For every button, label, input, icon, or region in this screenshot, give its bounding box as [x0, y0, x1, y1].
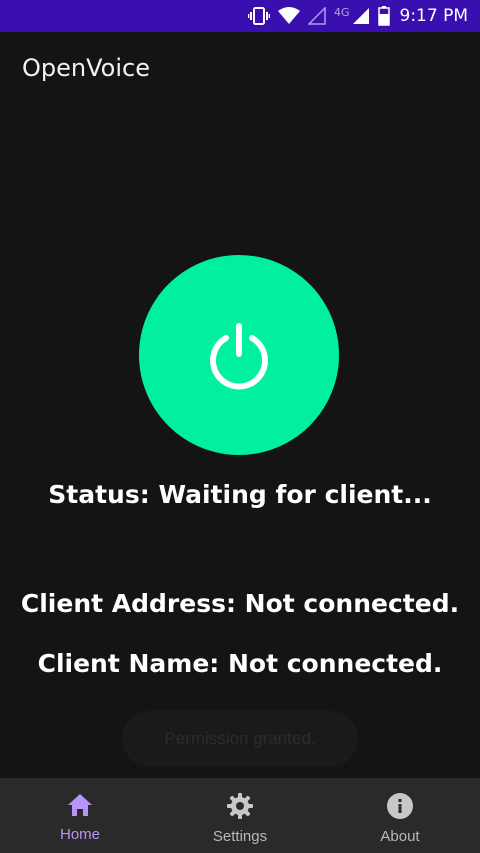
status-icons: 4G: [247, 5, 390, 26]
power-button[interactable]: [139, 255, 339, 455]
toast-message: Permission granted.: [122, 711, 358, 767]
battery-icon: [377, 6, 390, 26]
bottom-navigation: Home Settings About: [0, 778, 480, 853]
status-bar: 4G 9:17 PM: [0, 0, 480, 32]
signal-empty-icon: [307, 7, 326, 25]
vibrate-icon: [247, 7, 270, 25]
wifi-icon: [277, 7, 300, 24]
nav-home[interactable]: Home: [0, 778, 160, 853]
client-name-text: Client Name: Not connected.: [37, 649, 443, 678]
info-icon: [387, 793, 413, 819]
power-icon: [210, 323, 268, 390]
nav-about-label: About: [380, 828, 420, 845]
client-address-text: Client Address: Not connected.: [20, 589, 460, 618]
nav-settings[interactable]: Settings: [160, 778, 320, 853]
nav-settings-label: Settings: [212, 828, 268, 845]
nav-home-label: Home: [59, 826, 100, 843]
app-title: OpenVoice: [22, 54, 150, 82]
home-icon: [68, 794, 92, 816]
network-type-label: 4G: [333, 5, 350, 19]
status-time: 9:17 PM: [399, 6, 469, 26]
status-text: Status: Waiting for client...: [48, 480, 432, 509]
nav-about[interactable]: About: [320, 778, 480, 853]
signal-icon: [352, 8, 369, 24]
gear-icon: [227, 793, 253, 819]
